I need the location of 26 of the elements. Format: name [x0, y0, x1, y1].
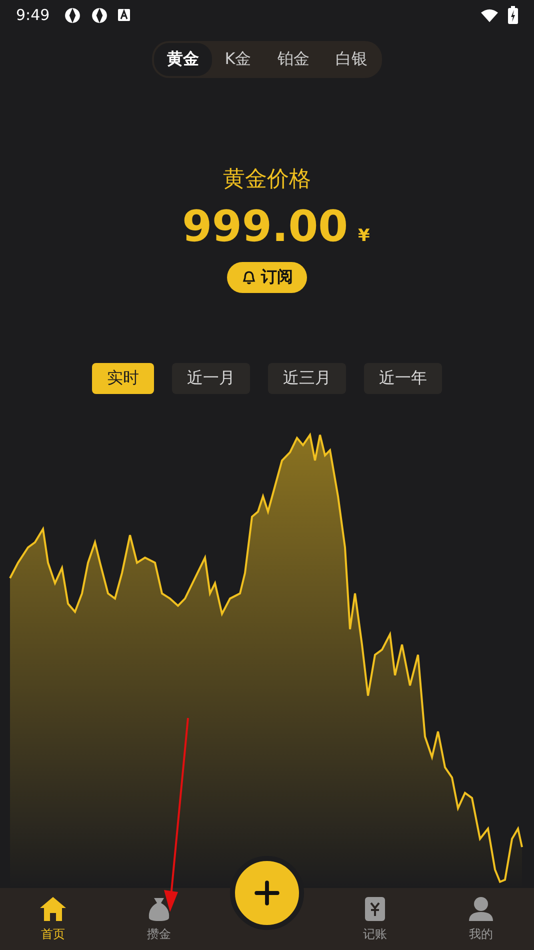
range-tab[interactable]: 实时 — [92, 363, 154, 394]
price-value: 999.00 — [182, 202, 348, 252]
battery-icon — [508, 6, 518, 24]
notification-icon — [118, 9, 130, 21]
currency-symbol: ¥ — [358, 226, 370, 246]
metal-tab[interactable]: 黄金 — [154, 43, 212, 76]
nav-item[interactable]: 我的 — [428, 896, 534, 942]
plus-icon — [254, 880, 280, 906]
home-icon — [39, 896, 67, 922]
user-icon — [467, 896, 495, 922]
range-tab[interactable]: 近一月 — [172, 363, 250, 394]
nav-item[interactable]: 记账 — [322, 896, 428, 942]
bell-icon — [241, 270, 257, 286]
nav-item[interactable]: 攒金 — [106, 896, 212, 942]
status-time: 9:49 — [16, 6, 50, 24]
range-tab[interactable]: 近一年 — [364, 363, 442, 394]
nav-item[interactable]: 首页 — [0, 896, 106, 942]
app-icon — [90, 6, 108, 24]
range-tab[interactable]: 近三月 — [268, 363, 346, 394]
subscribe-button[interactable]: 订阅 — [227, 262, 307, 293]
wifi-icon — [481, 6, 498, 24]
price-title: 黄金价格 — [223, 166, 311, 194]
metal-tab[interactable]: 铂金 — [264, 43, 322, 76]
metal-tab[interactable]: 白银 — [322, 43, 380, 76]
metal-tab[interactable]: K金 — [212, 43, 264, 76]
app-icon — [64, 6, 81, 24]
